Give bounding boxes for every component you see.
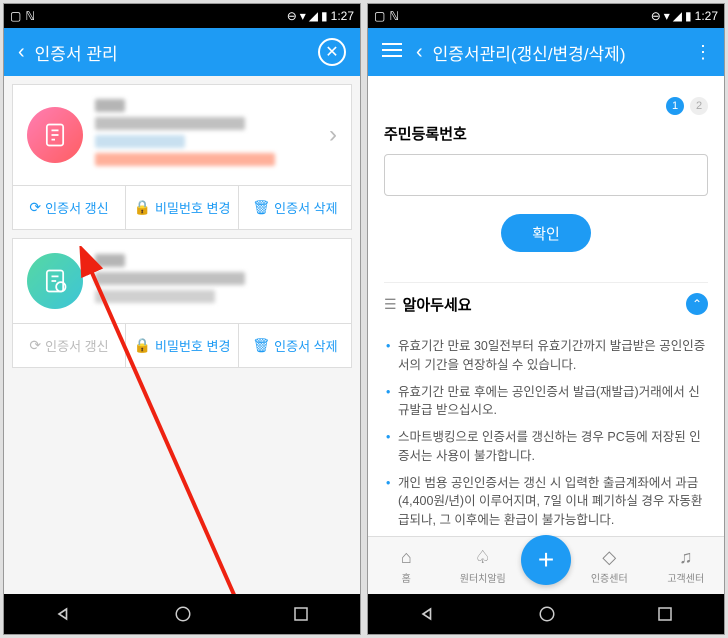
signal-icon: ◢ [673,9,682,23]
renew-button[interactable]: ⟳인증서 갱신 [13,186,126,229]
phone-right: ▢ ℕ ⊖ ▾ ◢ ▮ 1:27 ‹ 인증서관리(갱신/변경/삭제) ⋮ 1 2… [367,3,725,635]
doc-icon: ☰ [384,296,397,313]
cert-list: › ⟳인증서 갱신 🔒비밀번호 변경 🗑인증서 삭제 ⟳인 [4,76,360,594]
notice-header[interactable]: ☰ 알아두세요 ⌃ [384,282,708,325]
image-icon: ▢ [10,9,21,23]
cert-text-blurred [95,99,329,171]
renew-icon: ⟳ [29,337,41,354]
cert-actions: ⟳인증서 갱신 🔒비밀번호 변경 🗑인증서 삭제 [13,185,351,229]
delete-button[interactable]: 🗑인증서 삭제 [239,186,351,229]
clock: 1:27 [331,9,354,23]
step-2: 2 [690,97,708,115]
cert-row[interactable] [13,239,351,323]
trash-icon: 🗑 [252,337,270,354]
nav-recent-icon[interactable] [292,605,310,623]
chevron-up-icon[interactable]: ⌃ [686,293,708,315]
cert-icon [27,107,83,163]
notice-item: 개인 범용 공인인증서는 갱신 시 입력한 출금계좌에서 과금(4,400원/년… [384,470,708,534]
page-title: 인증서관리(갱신/변경/삭제) [433,40,626,65]
close-button[interactable]: ✕ [318,38,346,66]
app-header: ‹ 인증서 관리 ✕ [4,28,360,76]
cert-text-blurred [95,254,337,308]
bottom-tabbar: ⌂홈 ♤원터치알림 + ◇인증센터 ♫고객센터 [368,536,724,594]
back-icon[interactable]: ‹ [18,41,25,64]
headset-icon: ♫ [648,547,725,568]
app-header: ‹ 인증서관리(갱신/변경/삭제) ⋮ [368,28,724,76]
back-icon[interactable]: ‹ [416,41,423,64]
cert-icon [27,253,83,309]
tab-cert[interactable]: ◇인증센터 [571,547,648,585]
cert-card-1: › ⟳인증서 갱신 🔒비밀번호 변경 🗑인증서 삭제 [12,84,352,230]
lock-icon: 🔒 [134,337,151,354]
shield-icon: ◇ [571,547,648,568]
nav-back-icon[interactable] [54,604,74,624]
renew-button-disabled: ⟳인증서 갱신 [13,324,126,367]
dnd-icon: ⊖ [287,9,297,23]
statusbar: ▢ ℕ ⊖ ▾ ◢ ▮ 1:27 [4,4,360,28]
tab-alert[interactable]: ♤원터치알림 [445,547,522,585]
nav-home-icon[interactable] [538,605,556,623]
wifi-icon: ▾ [664,9,670,23]
more-icon[interactable]: ⋮ [694,42,710,63]
tab-cs[interactable]: ♫고객센터 [648,547,725,585]
ssn-label: 주민등록번호 [384,123,708,144]
android-navbar [368,594,724,634]
trash-icon: 🗑 [252,199,270,216]
cert-card-2: ⟳인증서 갱신 🔒비밀번호 변경 🗑인증서 삭제 [12,238,352,368]
chevron-right-icon: › [329,121,337,149]
page-title: 인증서 관리 [35,40,118,65]
wifi-icon: ▾ [300,9,306,23]
phone-left: ▢ ℕ ⊖ ▾ ◢ ▮ 1:27 ‹ 인증서 관리 ✕ [3,3,361,635]
nav-recent-icon[interactable] [656,605,674,623]
statusbar: ▢ ℕ ⊖ ▾ ◢ ▮ 1:27 [368,4,724,28]
bell-icon: ♤ [445,547,522,568]
step-1: 1 [666,97,684,115]
plus-icon: + [538,544,554,576]
menu-icon[interactable] [382,42,402,63]
tab-add[interactable]: + [521,535,571,585]
lock-icon: 🔒 [134,199,151,216]
nfc-icon: ℕ [25,9,35,23]
nav-home-icon[interactable] [174,605,192,623]
notice-title: 알아두세요 [403,294,686,315]
notice-item: 유효기간 만료 후에는 공인인증서 발급(재발급)거래에서 신규발급 받으십시오… [384,379,708,425]
battery-icon: ▮ [321,9,328,23]
delete-button[interactable]: 🗑인증서 삭제 [239,324,351,367]
dnd-icon: ⊖ [651,9,661,23]
home-icon: ⌂ [368,547,445,568]
android-navbar [4,594,360,634]
clock: 1:27 [695,9,718,23]
notice-list: 유효기간 만료 30일전부터 유효기간까지 발급받은 공인인증서의 기간을 연장… [384,325,708,536]
notice-item: 스마트뱅킹으로 인증서를 갱신하는 경우 PC등에 저장된 인증서는 사용이 불… [384,424,708,470]
main-content: 1 2 주민등록번호 확인 ☰ 알아두세요 ⌃ 유효기간 만료 30일전부터 유… [368,76,724,536]
tab-home[interactable]: ⌂홈 [368,547,445,585]
change-pw-button[interactable]: 🔒비밀번호 변경 [126,324,239,367]
battery-icon: ▮ [685,9,692,23]
cert-row[interactable]: › [13,85,351,185]
ssn-input[interactable] [384,154,708,196]
signal-icon: ◢ [309,9,318,23]
nfc-icon: ℕ [389,9,399,23]
confirm-button[interactable]: 확인 [501,214,591,252]
cert-actions: ⟳인증서 갱신 🔒비밀번호 변경 🗑인증서 삭제 [13,323,351,367]
renew-icon: ⟳ [29,199,41,216]
step-indicator: 1 2 [384,96,708,115]
notice-item: 유효기간 만료 30일전부터 유효기간까지 발급받은 공인인증서의 기간을 연장… [384,333,708,379]
image-icon: ▢ [374,9,385,23]
nav-back-icon[interactable] [418,604,438,624]
change-pw-button[interactable]: 🔒비밀번호 변경 [126,186,239,229]
